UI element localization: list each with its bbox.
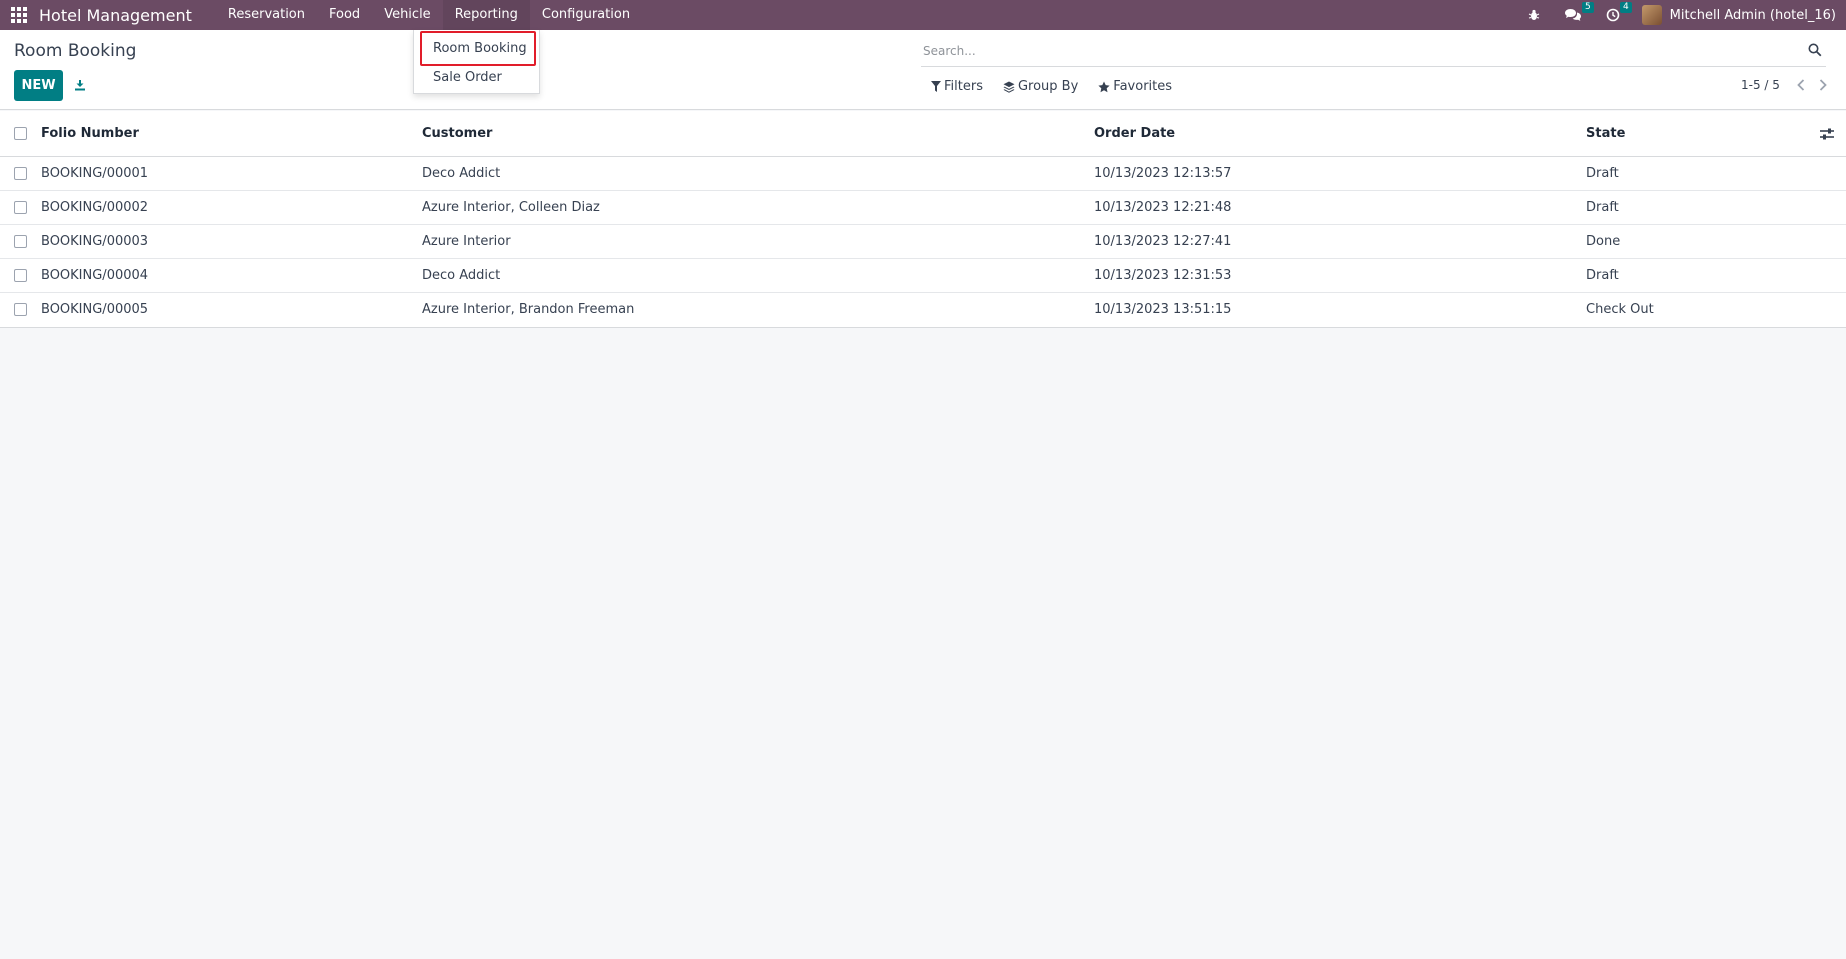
- activities-button[interactable]: 4: [1594, 0, 1632, 30]
- search-icon[interactable]: [1808, 43, 1822, 57]
- search-bar: [921, 36, 1826, 67]
- user-menu[interactable]: Mitchell Admin (hotel_16): [1641, 5, 1836, 25]
- favorites-button[interactable]: Favorites: [1098, 79, 1172, 94]
- order-date-cell: 10/13/2023 12:31:53: [1094, 268, 1232, 283]
- search-options: Filters Group By Favorites: [931, 79, 1192, 94]
- row-checkbox[interactable]: [14, 235, 27, 248]
- systray: 5 4 Mitchell Admin (hotel_16): [1516, 0, 1846, 30]
- dropdown-item-sale-order[interactable]: Sale Order: [414, 66, 539, 90]
- chevron-right-icon: [1819, 79, 1827, 91]
- clock-icon: [1606, 8, 1619, 22]
- page-title: Room Booking: [14, 41, 137, 61]
- messages-button[interactable]: 5: [1552, 0, 1594, 30]
- row-checkbox[interactable]: [14, 269, 27, 282]
- list-view: Folio Number Customer Order Date State B…: [0, 111, 1846, 328]
- menu-reservation[interactable]: Reservation: [216, 0, 317, 30]
- app-brand[interactable]: Hotel Management: [39, 6, 192, 25]
- menu-food[interactable]: Food: [317, 0, 372, 30]
- filters-label: Filters: [944, 79, 983, 94]
- pager: 1-5 / 5: [1741, 77, 1838, 93]
- group-by-label: Group By: [1017, 79, 1079, 94]
- select-all-checkbox[interactable]: [14, 127, 27, 140]
- layers-icon: [1003, 81, 1015, 93]
- menu-vehicle[interactable]: Vehicle: [372, 0, 443, 30]
- state-cell: Draft: [1586, 200, 1619, 215]
- debug-button[interactable]: [1516, 0, 1552, 30]
- state-cell: Done: [1586, 234, 1621, 249]
- folio-number-cell: BOOKING/00002: [41, 200, 149, 215]
- pager-value[interactable]: 1-5 / 5: [1741, 78, 1780, 92]
- column-folio-number[interactable]: Folio Number: [41, 126, 139, 141]
- search-input[interactable]: [923, 41, 1763, 61]
- order-date-cell: 10/13/2023 12:27:41: [1094, 234, 1232, 249]
- top-navbar: Hotel Management Reservation Food Vehicl…: [0, 0, 1846, 30]
- group-by-button[interactable]: Group By: [1003, 79, 1078, 94]
- sliders-icon[interactable]: [1820, 128, 1834, 140]
- state-cell: Check Out: [1586, 302, 1654, 317]
- activities-badge: 4: [1619, 2, 1632, 13]
- table-row[interactable]: BOOKING/00004 Deco Addict 10/13/2023 12:…: [0, 259, 1846, 293]
- state-cell: Draft: [1586, 268, 1619, 283]
- export-button[interactable]: [71, 75, 89, 95]
- bug-icon: [1528, 9, 1539, 20]
- order-date-cell: 10/13/2023 12:21:48: [1094, 200, 1232, 215]
- filter-icon: [931, 81, 941, 92]
- reporting-dropdown: Room Booking Sale Order: [413, 30, 540, 94]
- row-checkbox[interactable]: [14, 201, 27, 214]
- order-date-cell: 10/13/2023 12:13:57: [1094, 166, 1232, 181]
- pager-next[interactable]: [1816, 77, 1830, 93]
- dropdown-item-room-booking[interactable]: Room Booking: [420, 31, 536, 66]
- column-state[interactable]: State: [1586, 126, 1625, 141]
- customer-cell: Azure Interior: [422, 234, 511, 249]
- customer-cell: Deco Addict: [422, 166, 501, 181]
- chevron-left-icon: [1797, 79, 1805, 91]
- star-icon: [1098, 81, 1110, 92]
- apps-grid-icon[interactable]: [11, 7, 27, 23]
- avatar: [1641, 5, 1662, 25]
- new-button[interactable]: NEW: [14, 70, 63, 101]
- folio-number-cell: BOOKING/00004: [41, 268, 149, 283]
- table-header: Folio Number Customer Order Date State: [0, 111, 1846, 157]
- table-row[interactable]: BOOKING/00001 Deco Addict 10/13/2023 12:…: [0, 157, 1846, 191]
- pager-previous[interactable]: [1794, 77, 1808, 93]
- folio-number-cell: BOOKING/00003: [41, 234, 149, 249]
- table-row[interactable]: BOOKING/00003 Azure Interior 10/13/2023 …: [0, 225, 1846, 259]
- control-panel: Room Booking NEW Filters Group: [0, 30, 1846, 110]
- column-customer[interactable]: Customer: [422, 126, 492, 141]
- download-icon: [75, 80, 85, 91]
- customer-cell: Deco Addict: [422, 268, 501, 283]
- user-name: Mitchell Admin (hotel_16): [1669, 7, 1836, 23]
- column-order-date[interactable]: Order Date: [1094, 126, 1175, 141]
- customer-cell: Azure Interior, Colleen Diaz: [422, 200, 600, 215]
- row-checkbox[interactable]: [14, 303, 27, 316]
- state-cell: Draft: [1586, 166, 1619, 181]
- menu-configuration[interactable]: Configuration: [530, 0, 642, 30]
- order-date-cell: 10/13/2023 13:51:15: [1094, 302, 1232, 317]
- chat-icon: [1564, 9, 1581, 21]
- filters-button[interactable]: Filters: [931, 79, 983, 94]
- folio-number-cell: BOOKING/00005: [41, 302, 149, 317]
- row-checkbox[interactable]: [14, 167, 27, 180]
- customer-cell: Azure Interior, Brandon Freeman: [422, 302, 635, 317]
- table-row[interactable]: BOOKING/00005 Azure Interior, Brandon Fr…: [0, 293, 1846, 327]
- table-row[interactable]: BOOKING/00002 Azure Interior, Colleen Di…: [0, 191, 1846, 225]
- favorites-label: Favorites: [1113, 79, 1173, 94]
- messages-badge: 5: [1581, 2, 1594, 13]
- folio-number-cell: BOOKING/00001: [41, 166, 149, 181]
- menu-reporting[interactable]: Reporting: [442, 0, 530, 30]
